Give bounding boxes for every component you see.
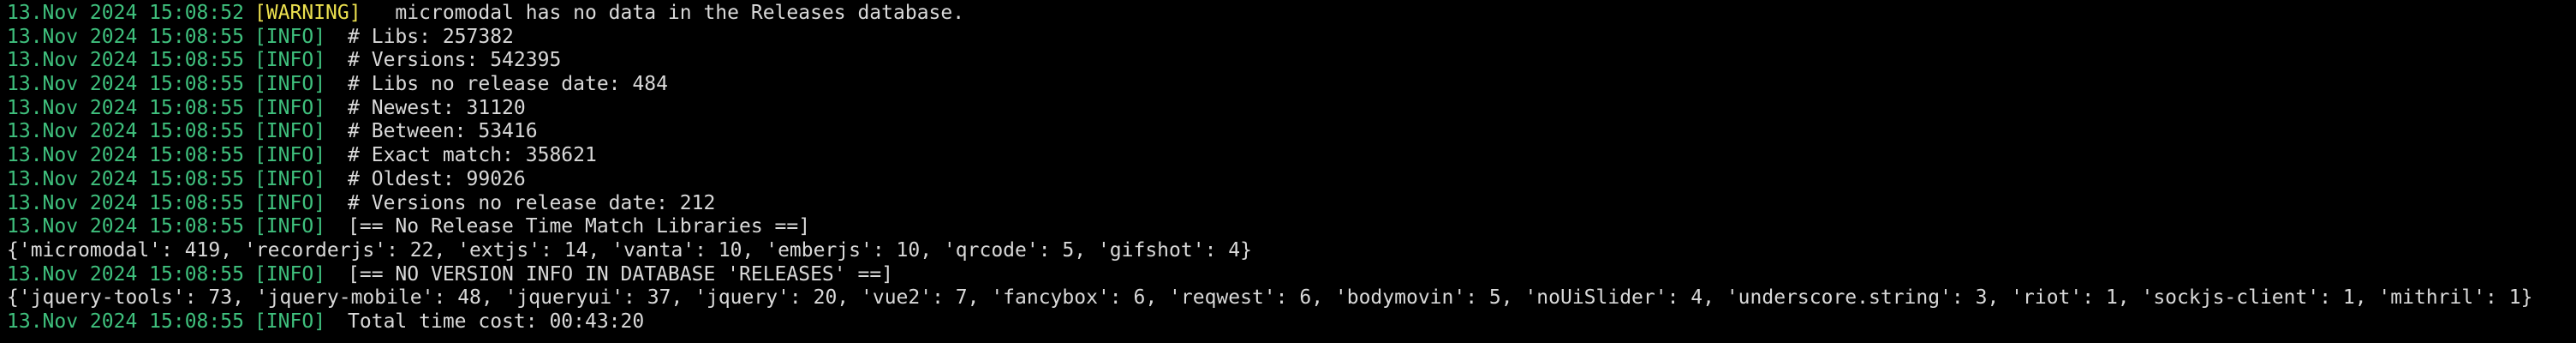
log-line: 13.Nov 2024 15:08:55 [INFO] # Exact match:… <box>0 144 2576 168</box>
log-timestamp: 13.Nov 2024 15:08:55 <box>7 310 244 333</box>
log-timestamp: 13.Nov 2024 15:08:55 <box>7 144 244 167</box>
log-line: 13.Nov 2024 15:08:55 [INFO] # Libs no rele… <box>0 73 2576 97</box>
log-level-info: [INFO] <box>253 262 326 286</box>
log-level-info: [INFO] <box>253 191 326 214</box>
log-line: 13.Nov 2024 15:08:55 [INFO] [== No Release… <box>0 215 2576 239</box>
log-timestamp: 13.Nov 2024 15:08:55 <box>7 120 244 143</box>
log-level-info: [INFO] <box>253 49 326 72</box>
log-line: 13.Nov 2024 15:08:55 [INFO] # Versions no … <box>0 192 2576 216</box>
log-timestamp: 13.Nov 2024 15:08:55 <box>7 215 244 238</box>
log-message: # Libs no release date: 484 <box>348 73 668 96</box>
log-message: # Versions no release date: 212 <box>348 191 716 214</box>
dict-output-text: {'jquery-tools': 73, 'jquery-mobile': 48… <box>7 286 2533 310</box>
log-timestamp: 13.Nov 2024 15:08:52 <box>7 2 244 24</box>
log-level-info: [INFO] <box>253 310 326 333</box>
log-line: 13.Nov 2024 15:08:55 [INFO] # Between: 534… <box>0 120 2576 144</box>
log-timestamp: 13.Nov 2024 15:08:55 <box>7 191 244 214</box>
terminal-window[interactable]: 13.Nov 2024 15:08:52 [WARNING] micromodal… <box>0 0 2576 343</box>
log-message: Total time cost: 00:43:20 <box>348 310 645 333</box>
log-level-info: [INFO] <box>253 73 326 96</box>
log-line: 13.Nov 2024 15:08:55 [INFO] [== NO VERSION… <box>0 263 2576 287</box>
log-message: # Exact match: 358621 <box>348 144 597 167</box>
log-message: # Between: 53416 <box>348 120 538 143</box>
log-line: 13.Nov 2024 15:08:55 [INFO] # Libs: 257382 <box>0 26 2576 50</box>
log-line-warning: 13.Nov 2024 15:08:52 [WARNING] micromodal… <box>0 2 2576 26</box>
log-level-info: [INFO] <box>253 96 326 119</box>
log-message: # Newest: 31120 <box>348 96 526 119</box>
log-timestamp: 13.Nov 2024 15:08:55 <box>7 96 244 119</box>
log-timestamp: 13.Nov 2024 15:08:55 <box>7 167 244 190</box>
log-level-info: [INFO] <box>253 215 326 238</box>
log-dict-output: {'micromodal': 419, 'recorderjs': 22, 'e… <box>0 239 2576 263</box>
log-message: # Oldest: 99026 <box>348 167 526 190</box>
log-line: 13.Nov 2024 15:08:55 [INFO] Total time cos… <box>0 310 2576 334</box>
log-level-info: [INFO] <box>253 120 326 143</box>
log-line: 13.Nov 2024 15:08:55 [INFO] # Versions: 54… <box>0 49 2576 73</box>
log-message: micromodal has no data in the Releases d… <box>383 2 965 24</box>
log-dict-output: {'jquery-tools': 73, 'jquery-mobile': 48… <box>0 286 2576 310</box>
log-timestamp: 13.Nov 2024 15:08:55 <box>7 49 244 72</box>
log-message: [== No Release Time Match Libraries ==] <box>348 215 811 238</box>
log-timestamp: 13.Nov 2024 15:08:55 <box>7 262 244 286</box>
log-level-info: [INFO] <box>253 144 326 167</box>
log-line: 13.Nov 2024 15:08:55 [INFO] # Newest: 3112… <box>0 97 2576 121</box>
log-level-info: [INFO] <box>253 167 326 190</box>
log-timestamp: 13.Nov 2024 15:08:55 <box>7 25 244 48</box>
log-message: # Versions: 542395 <box>348 49 562 72</box>
log-line: 13.Nov 2024 15:08:55 [INFO] # Oldest: 9902… <box>0 168 2576 192</box>
log-message: [== NO VERSION INFO IN DATABASE 'RELEASE… <box>348 262 894 286</box>
log-level-warning: [WARNING] <box>253 2 361 24</box>
log-timestamp: 13.Nov 2024 15:08:55 <box>7 73 244 96</box>
dict-output-text: {'micromodal': 419, 'recorderjs': 22, 'e… <box>7 238 1252 262</box>
log-message: # Libs: 257382 <box>348 25 514 48</box>
log-level-info: [INFO] <box>253 25 326 48</box>
